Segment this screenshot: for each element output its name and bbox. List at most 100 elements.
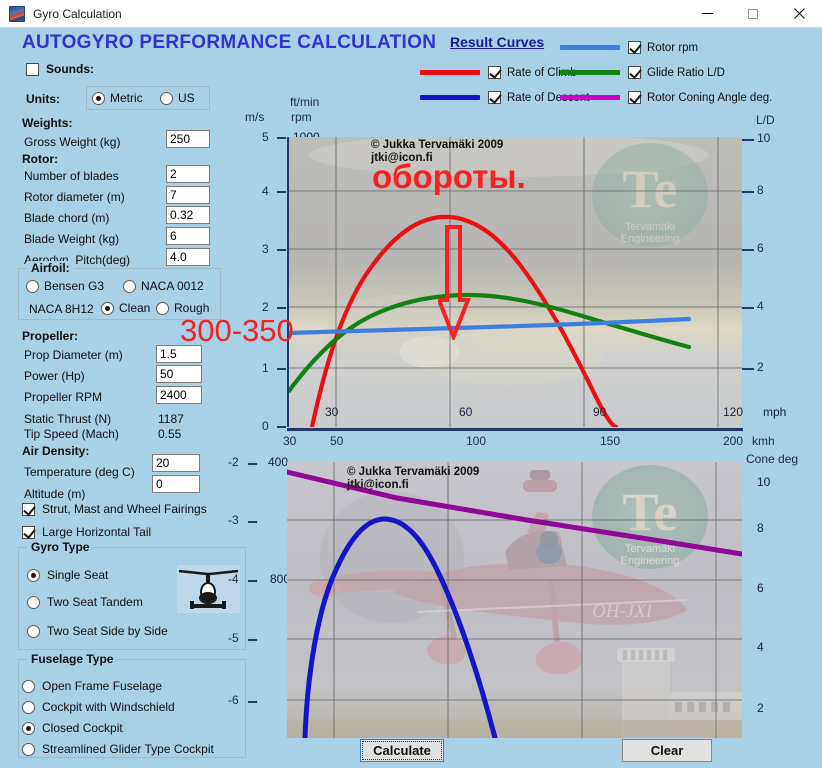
legend-line-rate-of-climb <box>420 70 480 75</box>
legend-label-glide-ratio: Glide Ratio L/D <box>647 67 725 79</box>
tip-speed-value: 0.55 <box>158 427 181 441</box>
maximize-button[interactable] <box>730 0 776 28</box>
propeller-header: Propeller: <box>22 329 78 343</box>
blade-chord-input[interactable]: 0.32 <box>166 206 210 224</box>
fuselage-option-open-frame[interactable]: Open Frame Fuselage <box>22 679 162 693</box>
units-metric-radio[interactable] <box>92 92 105 105</box>
clear-button[interactable]: Clear <box>622 739 712 762</box>
legend-checkbox-glide-ratio[interactable] <box>628 66 641 79</box>
top-chart-tickmark-0 <box>277 426 286 428</box>
blade-weight-label: Blade Weight (kg) <box>24 232 119 246</box>
fuselage-closed-cockpit-label: Closed Cockpit <box>42 721 123 735</box>
fuselage-streamlined-radio[interactable] <box>22 743 35 756</box>
airfoil-naca0012-option[interactable]: NACA 0012 <box>123 279 204 293</box>
rotor-diameter-input[interactable]: 7 <box>166 186 210 204</box>
svg-text:OH-JXI: OH-JXI <box>592 601 654 622</box>
gross-weight-input[interactable]: 250 <box>166 130 210 148</box>
fuselage-open-frame-radio[interactable] <box>22 680 35 693</box>
svg-text:Te: Te <box>622 482 677 542</box>
sounds-row[interactable]: Sounds: <box>26 62 94 76</box>
app-icon <box>9 6 25 22</box>
top-chart-ytick-ms-5: 5 <box>262 130 269 144</box>
propeller-rpm-label: Propeller RPM <box>24 390 102 404</box>
gyro-type-side-radio[interactable] <box>27 625 40 638</box>
fuselage-windschield-radio[interactable] <box>22 701 35 714</box>
title-bar: Gyro Calculation <box>0 0 822 28</box>
legend-item-rate-of-climb[interactable]: Rate of Climb <box>420 66 577 79</box>
altitude-input[interactable]: 0 <box>152 475 200 493</box>
gyro-type-single-radio[interactable] <box>27 569 40 582</box>
bottom-chart-ytick-ms--2: -2 <box>228 455 239 469</box>
window-title: Gyro Calculation <box>33 7 122 21</box>
legend-line-rate-of-descent <box>420 95 480 100</box>
air-density-header: Air Density: <box>22 444 89 458</box>
units-us-radio[interactable] <box>160 92 173 105</box>
top-chart-rtick-6 <box>742 249 754 251</box>
airfoil-bensen-radio[interactable] <box>26 280 39 293</box>
airfoil-clean-radio[interactable] <box>101 302 114 315</box>
propeller-rpm-input[interactable]: 2400 <box>156 386 202 404</box>
bottom-chart-tickmark--3 <box>248 521 257 523</box>
bottom-chart-ytick-cone-6: 6 <box>757 581 764 595</box>
gyro-type-option-two-seat-side[interactable]: Two Seat Side by Side <box>27 624 168 638</box>
top-chart-xlabel-mph: mph <box>763 405 786 419</box>
blade-weight-input[interactable]: 6 <box>166 227 210 245</box>
top-chart-xtick-mph-60: 60 <box>459 405 472 419</box>
gyro-type-tandem-radio[interactable] <box>27 596 40 609</box>
top-chart-tickmark-3 <box>277 249 286 251</box>
bottom-chart-ytick-ms--5: -5 <box>228 631 239 645</box>
power-input[interactable]: 50 <box>156 365 202 383</box>
copyright-bottom-line2: jtki@icon.fi <box>347 479 479 492</box>
legend-line-rotor-rpm <box>560 45 620 50</box>
annotation-oboroty: обороты. <box>372 158 526 196</box>
top-chart-xtick-mph-120: 120 <box>723 405 743 419</box>
legend-checkbox-rate-of-climb[interactable] <box>488 66 501 79</box>
strut-fairings-checkbox[interactable] <box>22 503 35 516</box>
top-chart-xtick-kmh-30: 30 <box>283 434 296 448</box>
top-chart-xaxis-line <box>287 428 743 431</box>
bottom-chart-plot: OH-JXI Te Tervamäki Engineering <box>287 462 742 738</box>
airfoil-rough-radio[interactable] <box>156 302 169 315</box>
large-tail-checkbox[interactable] <box>22 526 35 539</box>
sounds-checkbox[interactable] <box>26 63 39 76</box>
gyro-type-option-two-seat-tandem[interactable]: Two Seat Tandem <box>27 595 143 609</box>
legend-label-coning-angle: Rotor Coning Angle deg. <box>647 92 772 104</box>
top-chart-ytick-ld-10: 10 <box>757 131 770 145</box>
fuselage-option-closed-cockpit[interactable]: Closed Cockpit <box>22 721 123 735</box>
airfoil-bensen-option[interactable]: Bensen G3 <box>26 279 104 293</box>
close-button[interactable] <box>776 0 822 28</box>
bottom-chart-ytick-cone-4: 4 <box>757 640 764 654</box>
page-title: AUTOGYRO PERFORMANCE CALCULATION <box>22 32 436 54</box>
units-us-option[interactable]: US <box>160 91 195 105</box>
airfoil-naca8h12-label[interactable]: NACA 8H12 <box>29 302 94 316</box>
fuselage-option-windschield[interactable]: Cockpit with Windschield <box>22 700 175 714</box>
large-tail-row[interactable]: Large Horizontal Tail <box>22 525 151 539</box>
strut-fairings-row[interactable]: Strut, Mast and Wheel Fairings <box>22 502 207 516</box>
rotor-blades-input[interactable]: 2 <box>166 165 210 183</box>
bottom-chart-ytick-ftmin-400: 400 <box>268 455 288 469</box>
airfoil-clean-option[interactable]: Clean <box>101 301 150 315</box>
gyro-type-side-label: Two Seat Side by Side <box>47 624 168 638</box>
top-chart-xlabel-kmh: kmh <box>752 434 775 448</box>
aerodyn-pitch-input[interactable]: 4.0 <box>166 248 210 266</box>
top-chart-ytick-ld-2: 2 <box>757 360 764 374</box>
watermark-logo-top: Te Tervamäki Engineering <box>592 143 708 247</box>
fuselage-option-streamlined[interactable]: Streamlined Glider Type Cockpit <box>22 742 214 756</box>
top-chart-ylabel-ftmin: ft/min <box>290 95 319 109</box>
fuselage-closed-cockpit-radio[interactable] <box>22 722 35 735</box>
airfoil-naca0012-radio[interactable] <box>123 280 136 293</box>
legend-checkbox-rotor-rpm[interactable] <box>628 41 641 54</box>
units-metric-option[interactable]: Metric <box>92 91 143 105</box>
temperature-input[interactable]: 20 <box>152 454 200 472</box>
legend-checkbox-rate-of-descent[interactable] <box>488 91 501 104</box>
gyro-type-option-single-seat[interactable]: Single Seat <box>27 568 108 582</box>
legend-item-rotor-rpm[interactable]: Rotor rpm <box>560 41 698 54</box>
legend-checkbox-coning-angle[interactable] <box>628 91 641 104</box>
airfoil-caption: Airfoil: <box>27 261 74 275</box>
legend-item-coning-angle[interactable]: Rotor Coning Angle deg. <box>560 91 772 104</box>
minimize-button[interactable] <box>684 0 730 28</box>
strut-fairings-label: Strut, Mast and Wheel Fairings <box>42 502 207 516</box>
calculate-button[interactable]: Calculate <box>360 739 444 762</box>
airfoil-bensen-label: Bensen G3 <box>44 279 104 293</box>
legend-item-glide-ratio[interactable]: Glide Ratio L/D <box>560 66 725 79</box>
